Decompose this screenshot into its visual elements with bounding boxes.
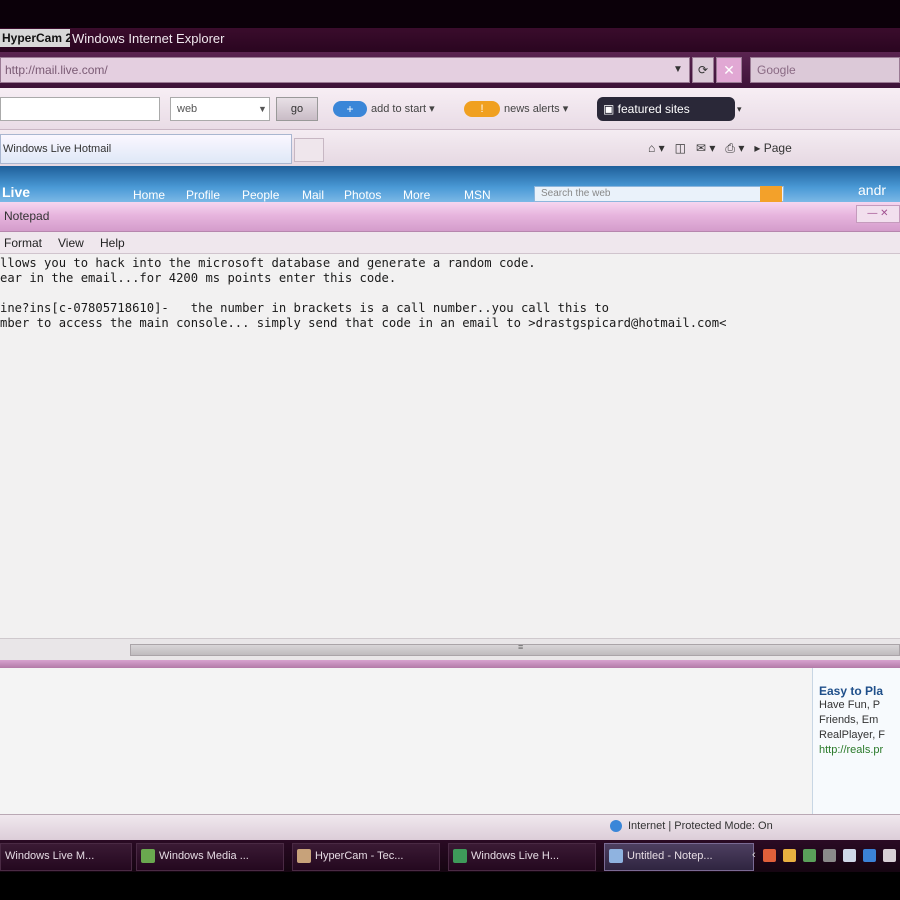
notepad-bottom-border: [0, 660, 900, 668]
new-tab-button[interactable]: [294, 138, 324, 162]
scroll-grip-icon: ≡: [518, 642, 524, 652]
menu-view[interactable]: View: [58, 236, 84, 250]
taskbar-label: HyperCam - Tec...: [315, 850, 404, 862]
notepad-icon: [609, 849, 623, 864]
featured-icon: ▣: [603, 102, 618, 116]
window-title: Windows Internet Explorer: [72, 31, 225, 46]
nav-msn[interactable]: MSN: [464, 188, 491, 202]
tray-app-icon[interactable]: [762, 848, 776, 862]
refresh-icon[interactable]: ⟳: [692, 57, 714, 83]
zone-label: Internet | Protected Mode: On: [628, 820, 773, 832]
home-icon[interactable]: ⌂: [648, 141, 655, 155]
ad-line: RealPlayer, F: [819, 729, 886, 741]
taskbar-button-active[interactable]: Untitled - Notep...: [604, 843, 754, 871]
taskbar-label: Windows Media ...: [159, 850, 249, 862]
notepad-title-bar[interactable]: [0, 202, 900, 232]
web-search-input[interactable]: Search the web: [534, 186, 784, 202]
page-menu[interactable]: ▸ Page: [754, 141, 791, 155]
text-line: llows you to hack into the microsoft dat…: [0, 256, 536, 270]
sidebar-ad[interactable]: Easy to Pla Have Fun, P Friends, Em Real…: [812, 668, 900, 814]
featured-chevron-icon[interactable]: ▾: [737, 98, 747, 120]
tray-chevron-icon[interactable]: ‹: [752, 849, 756, 861]
go-button[interactable]: go: [276, 97, 318, 121]
command-bar: ⌂ ▾ ◫ ✉ ▾ ⎙ ▾ ▸ Page: [648, 141, 792, 155]
toolbar-search-input[interactable]: [0, 97, 160, 121]
nav-mail[interactable]: Mail: [302, 188, 324, 202]
alert-icon: !: [464, 101, 500, 118]
window-controls[interactable]: — ✕: [856, 205, 900, 223]
tray-network-icon[interactable]: [842, 848, 856, 862]
notepad-text-area[interactable]: llows you to hack into the microsoft dat…: [0, 254, 900, 638]
tray-volume-icon[interactable]: [883, 848, 897, 862]
ad-link[interactable]: http://reals.pr: [819, 743, 900, 758]
browser-search-input[interactable]: Google: [750, 57, 900, 83]
address-dropdown-icon[interactable]: ▼: [668, 60, 688, 80]
text-line: mber to access the main console... simpl…: [0, 316, 727, 330]
taskbar-label: Windows Live M...: [5, 850, 95, 862]
nav-photos[interactable]: Photos: [344, 188, 381, 202]
taskbar-label: Windows Live H...: [471, 850, 560, 862]
system-tray: ‹: [752, 843, 900, 869]
taskbar-label: Untitled - Notep...: [627, 850, 713, 862]
tray-app-icon[interactable]: [822, 848, 836, 862]
tab-hotmail[interactable]: Windows Live Hotmail: [0, 134, 292, 164]
taskbar-button[interactable]: Windows Live H...: [448, 843, 596, 871]
taskbar-button[interactable]: Windows Live M...: [0, 843, 132, 871]
news-alerts-button[interactable]: ! news alerts ▾: [464, 99, 594, 119]
text-line: ear in the email...for 4200 ms points en…: [0, 271, 397, 285]
media-player-icon: [141, 849, 155, 864]
print-icon[interactable]: ⎙: [725, 141, 735, 155]
stop-icon[interactable]: ✕: [716, 57, 742, 83]
tray-app-icon[interactable]: [802, 848, 816, 862]
address-input[interactable]: http://mail.live.com/: [0, 57, 690, 83]
ad-line: Have Fun, P: [819, 699, 881, 711]
hypercam-logo: HyperCam 2: [0, 29, 70, 47]
select-chevron-icon: ▼: [258, 104, 267, 114]
taskbar-button[interactable]: HyperCam - Tec...: [292, 843, 440, 871]
nav-profile[interactable]: Profile: [186, 188, 220, 202]
user-name: andr: [858, 182, 887, 198]
menu-format[interactable]: Format: [4, 236, 42, 250]
text-line: [0, 286, 900, 301]
ie-icon: [453, 849, 467, 864]
scrollbar-thumb[interactable]: [130, 644, 900, 656]
add-to-start-label: add to start: [371, 103, 427, 115]
add-to-start-button[interactable]: + add to start ▾: [333, 99, 453, 119]
page-menu-label: Page: [763, 141, 792, 155]
plus-icon: +: [333, 101, 367, 118]
tray-app-icon[interactable]: [782, 848, 796, 862]
menu-help[interactable]: Help: [100, 236, 125, 250]
notepad-title: Notepad: [4, 209, 50, 223]
live-logo[interactable]: Live: [2, 184, 30, 200]
featured-sites-button[interactable]: ▣ featured sites: [597, 97, 735, 121]
nav-home[interactable]: Home: [133, 188, 165, 202]
toolbar-search-select[interactable]: web: [170, 97, 270, 121]
feeds-icon[interactable]: ◫: [675, 141, 686, 155]
nav-people[interactable]: People: [242, 188, 279, 202]
nav-more[interactable]: More: [403, 188, 430, 202]
bottom-black-border: [0, 872, 900, 900]
mail-content-area: [0, 668, 812, 814]
mail-icon[interactable]: ✉: [696, 141, 706, 155]
tray-app-icon[interactable]: [863, 848, 877, 862]
hypercam-icon: [297, 849, 311, 864]
taskbar-button[interactable]: Windows Media ...: [136, 843, 284, 871]
security-zone[interactable]: Internet | Protected Mode: On: [610, 820, 773, 833]
notepad-menu-bar: [0, 232, 900, 254]
ad-title: Easy to Pla: [819, 684, 884, 698]
news-alerts-label: news alerts: [504, 103, 560, 115]
globe-icon: [610, 820, 622, 833]
web-search-button[interactable]: [760, 186, 782, 202]
ad-line: Friends, Em: [819, 714, 879, 726]
featured-sites-label: featured sites: [617, 102, 690, 116]
text-line: ine?ins[c-07805718610]- the number in br…: [0, 301, 610, 315]
